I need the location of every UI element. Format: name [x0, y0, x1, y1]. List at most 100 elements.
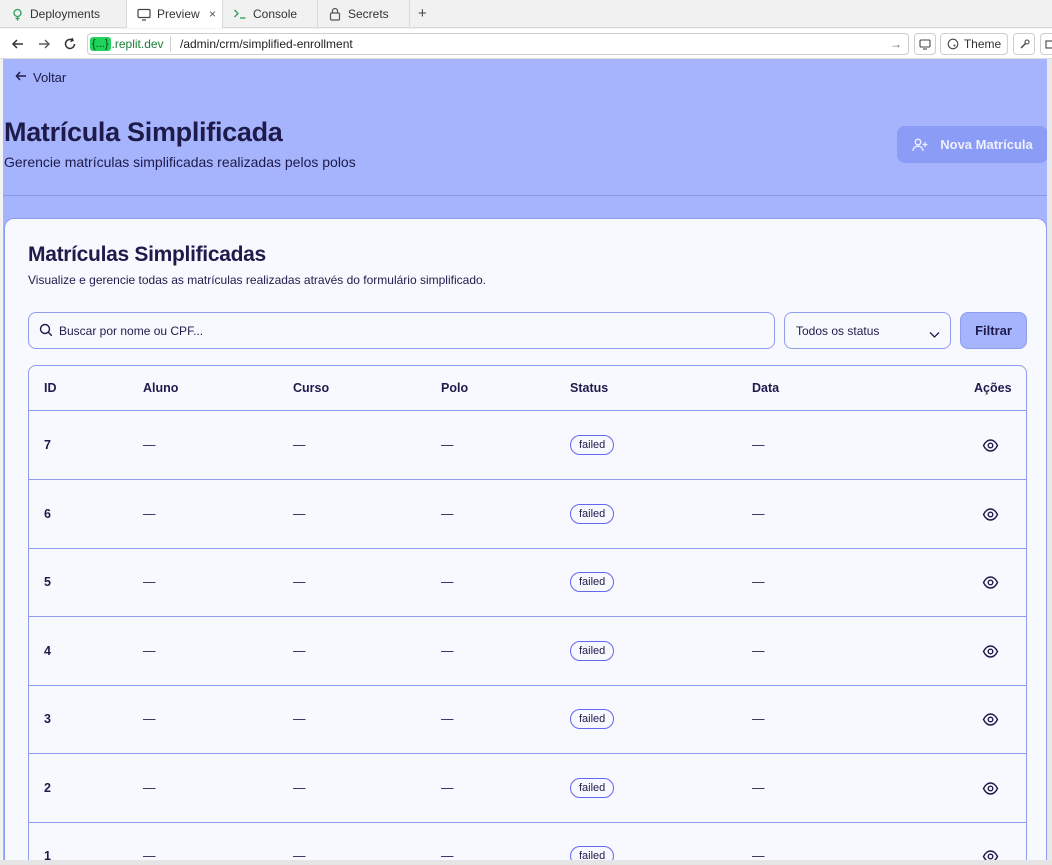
column-header-acoes: Ações [974, 381, 1012, 395]
cell-polo: — [441, 780, 454, 795]
tab-label: Deployments [30, 7, 101, 21]
cell-curso: — [293, 438, 306, 452]
tab-label: Console [253, 7, 298, 21]
table-row[interactable]: 5 — — — — failed [29, 548, 1026, 617]
url-field[interactable]: {...} .replit.dev /admin/crm/simplified-… [87, 33, 909, 55]
column-header-status[interactable]: Status [570, 381, 608, 395]
table-row[interactable]: 4 — — — — failed [29, 617, 1026, 686]
back-label: Voltar [33, 69, 67, 85]
cell-polo: — [441, 849, 454, 860]
domain-chip: {...} .replit.dev [90, 36, 171, 52]
monitor-icon [137, 7, 151, 21]
table-row[interactable]: 6 — — — — failed [29, 480, 1026, 549]
domain-text: .replit.dev [111, 37, 164, 51]
new-tab-button[interactable]: + [418, 5, 427, 22]
forward-icon[interactable] [35, 35, 53, 53]
cell-aluno: — [143, 643, 156, 658]
status-badge: failed [570, 709, 615, 729]
lock-icon [328, 7, 342, 21]
cell-aluno: — [143, 849, 156, 860]
cell-id: 7 [44, 438, 51, 452]
table-row[interactable]: 7 — — — — failed [29, 411, 1026, 480]
status-select[interactable]: Todos os status [784, 312, 951, 349]
theme-button[interactable]: Theme [940, 33, 1008, 55]
back-icon[interactable] [9, 35, 27, 53]
url-path: /admin/crm/simplified-enrollment [180, 37, 353, 51]
page-subtitle: Gerencie matrículas simplificadas realiz… [4, 154, 356, 170]
status-badge: failed [570, 572, 615, 592]
eye-icon[interactable] [982, 711, 999, 728]
go-arrow-icon[interactable]: → [890, 37, 902, 51]
column-header-data[interactable]: Data [752, 381, 779, 395]
enrollments-card: Matrículas Simplificadas Visualize e ger… [4, 218, 1047, 860]
status-badge: failed [570, 435, 615, 455]
ide-tab-strip: Deployments Preview × Console Secrets + [0, 0, 1052, 28]
eye-icon[interactable] [982, 506, 999, 523]
domain-badge: {...} [90, 37, 111, 51]
cell-curso: — [293, 643, 306, 658]
scrollbar-track[interactable] [1047, 59, 1052, 860]
eye-icon[interactable] [982, 437, 999, 454]
eye-icon[interactable] [982, 780, 999, 797]
cell-aluno: — [143, 712, 156, 726]
cell-id: 1 [44, 849, 51, 860]
devtools-monitor-icon[interactable] [914, 33, 936, 55]
cell-aluno: — [143, 780, 156, 795]
column-header-aluno[interactable]: Aluno [143, 381, 178, 395]
status-badge: failed [570, 846, 615, 860]
status-badge: failed [570, 777, 615, 798]
back-link[interactable]: Voltar [15, 69, 66, 85]
cell-data: — [752, 575, 765, 589]
chevron-down-icon [929, 326, 940, 344]
cell-polo: — [441, 575, 454, 589]
status-select-value: Todos os status [796, 324, 880, 338]
cell-data: — [752, 849, 765, 860]
open-external-icon[interactable] [1040, 33, 1052, 55]
enrollments-table: ID Aluno Curso Polo Status Data Ações 7 —… [28, 365, 1027, 860]
status-badge: failed [570, 503, 615, 524]
table-row[interactable]: 2 — — — — failed [29, 754, 1026, 823]
cell-aluno: — [143, 575, 156, 589]
table-row[interactable]: 1 — — — — failed [29, 822, 1026, 860]
header-divider [3, 195, 1052, 196]
reload-icon[interactable] [61, 35, 79, 53]
cell-curso: — [293, 712, 306, 726]
column-header-curso[interactable]: Curso [293, 381, 329, 395]
cell-curso: — [293, 575, 306, 589]
theme-label: Theme [963, 37, 1002, 51]
cell-curso: — [293, 849, 306, 860]
tab-secrets[interactable]: Secrets [318, 0, 410, 28]
new-enrollment-button[interactable]: Nova Matrícula [897, 126, 1048, 163]
tab-label: Secrets [348, 7, 389, 21]
cell-data: — [752, 780, 765, 795]
user-plus-icon [912, 138, 928, 152]
column-header-polo[interactable]: Polo [441, 381, 468, 395]
wrench-icon[interactable] [1013, 33, 1035, 55]
arrow-left-icon [15, 69, 27, 85]
cell-aluno: — [143, 438, 156, 452]
cell-data: — [752, 438, 765, 452]
app-page: Voltar Matrícula Simplificada Gerencie m… [3, 59, 1052, 860]
cell-curso: — [293, 506, 306, 521]
table-row[interactable]: 3 — — — — failed [29, 685, 1026, 754]
deploy-icon [10, 7, 24, 21]
column-header-id[interactable]: ID [44, 381, 57, 395]
eye-icon[interactable] [982, 643, 999, 660]
cell-id: 4 [44, 643, 51, 658]
tab-preview[interactable]: Preview × [127, 0, 223, 28]
close-tab-icon[interactable]: × [209, 7, 216, 21]
card-subtitle: Visualize e gerencie todas as matrículas… [28, 273, 486, 287]
search-input[interactable]: Buscar por nome ou CPF... [28, 312, 775, 349]
table-header: ID Aluno Curso Polo Status Data Ações [29, 366, 1026, 411]
tab-console[interactable]: Console [223, 0, 318, 28]
search-placeholder: Buscar por nome ou CPF... [59, 324, 204, 338]
eye-icon[interactable] [982, 848, 999, 860]
bottom-edge [0, 860, 1052, 865]
cell-id: 3 [44, 712, 51, 726]
tab-deployments[interactable]: Deployments [0, 0, 127, 28]
search-icon [39, 323, 53, 342]
eye-icon[interactable] [982, 574, 999, 591]
cell-polo: — [441, 438, 454, 452]
page-title: Matrícula Simplificada [4, 117, 283, 147]
filter-button[interactable]: Filtrar [960, 312, 1027, 349]
